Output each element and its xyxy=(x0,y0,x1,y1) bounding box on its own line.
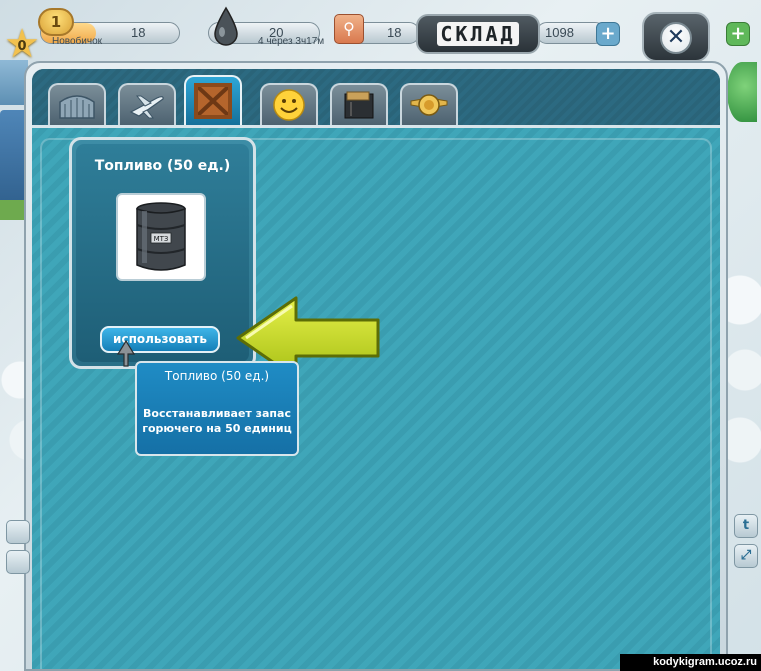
fuel-drop-icon xyxy=(214,6,238,46)
watermark: kodykigram.ucoz.ru xyxy=(620,654,761,671)
tooltip-title: Топливо (50 ед.) xyxy=(164,369,270,383)
twitter-icon[interactable]: t xyxy=(734,514,758,538)
xp-value: 18 xyxy=(131,25,146,40)
item-title: Топливо (50 ед.) xyxy=(94,158,231,174)
fuel-barrel-icon: МТЗ xyxy=(136,202,186,271)
tooltip-description: Восстанавливает запас горючего на 50 еди… xyxy=(137,406,297,436)
add-coins-button[interactable]: + xyxy=(596,22,620,46)
side-button-left-1[interactable] xyxy=(6,520,30,544)
plane-icon xyxy=(129,95,164,119)
globe-icon[interactable] xyxy=(727,62,757,122)
star-count: 0 xyxy=(17,39,27,54)
fullscreen-icon[interactable]: ⤢ xyxy=(734,544,758,568)
tab-hangar[interactable] xyxy=(48,83,106,125)
fuel-timer: 4 через 3ч17м xyxy=(258,36,325,47)
tooltip-description-line2: горючего на 50 единиц xyxy=(142,422,292,435)
side-button-left-2[interactable] xyxy=(6,550,30,574)
level-badge: 1 xyxy=(38,8,74,36)
passengers-value: 18 xyxy=(387,25,402,40)
tab-planes[interactable] xyxy=(118,83,176,125)
item-image-frame: МТЗ xyxy=(116,193,206,281)
close-button[interactable]: ✕ xyxy=(660,22,692,54)
window-title-plate: СКЛАД xyxy=(416,14,540,54)
tab-documents[interactable] xyxy=(330,83,388,125)
tab-strip xyxy=(32,69,720,125)
barrel-label: МТЗ xyxy=(154,235,169,243)
add-button-green[interactable]: + xyxy=(726,22,750,46)
suitcase-icon: ⚲ xyxy=(334,14,364,44)
top-hud: 18 Новобичок 1 ★ 0 20 4 через 3ч17м 18 ⚲… xyxy=(0,0,761,64)
smiley-icon xyxy=(273,89,305,121)
hangar-icon xyxy=(59,95,95,119)
emblem-icon xyxy=(410,94,448,116)
tooltip-description-line1: Восстанавливает запас xyxy=(143,407,291,420)
window-title: СКЛАД xyxy=(437,22,519,46)
xp-rank-label: Новобичок xyxy=(52,36,103,47)
documents-icon xyxy=(344,91,374,119)
tab-emblem[interactable] xyxy=(400,83,458,125)
item-tooltip: Топливо (50 ед.) Восстанавливает запас г… xyxy=(135,361,299,456)
mouse-cursor-icon xyxy=(117,340,136,367)
coins-value: 1098 xyxy=(545,25,574,40)
tab-storage[interactable] xyxy=(184,75,242,125)
tab-smileys[interactable] xyxy=(260,83,318,125)
crate-icon xyxy=(194,83,232,119)
